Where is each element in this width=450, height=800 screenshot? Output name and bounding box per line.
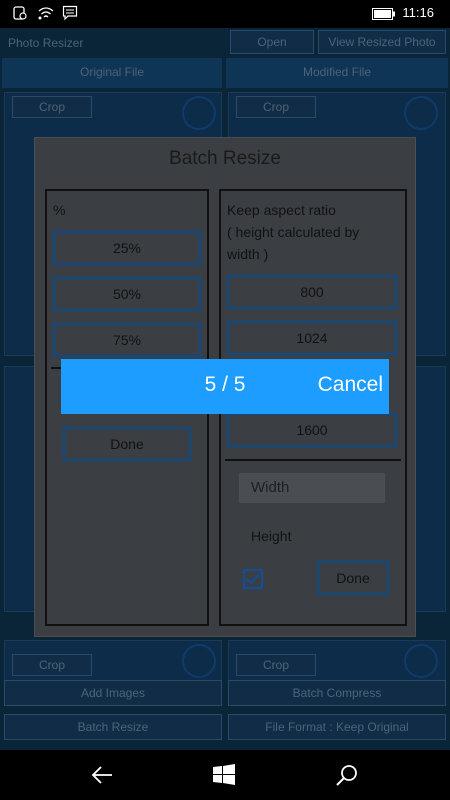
height-label: Height	[251, 528, 292, 544]
width-800-button[interactable]: 800	[227, 275, 397, 309]
message-icon	[62, 5, 78, 21]
percent-done-button[interactable]: Done	[63, 427, 191, 461]
battery-icon	[372, 8, 395, 20]
crop-button: Crop	[12, 654, 92, 676]
tab-modified-file: Modified File	[226, 58, 448, 88]
width-1600-button[interactable]: 1600	[227, 413, 397, 447]
percent-75-label: 75%	[112, 332, 142, 348]
keep-aspect-checkbox[interactable]	[243, 569, 263, 589]
file-format-label: File Format : Keep Original	[265, 720, 409, 734]
percent-75-button[interactable]: 75%	[53, 323, 201, 357]
width-done-button[interactable]: Done	[317, 561, 389, 595]
cancel-button[interactable]: Cancel	[318, 373, 383, 397]
tab-original-label: Original File	[79, 65, 145, 79]
checkmark-icon	[246, 573, 260, 585]
dialog-title: Batch Resize	[169, 148, 281, 169]
back-arrow-icon[interactable]	[90, 764, 114, 786]
width-800-label: 800	[300, 284, 324, 300]
crop-button: Crop	[12, 96, 92, 118]
crop-label: Crop	[262, 100, 289, 114]
windows-start-icon[interactable]	[213, 764, 235, 786]
add-images-button: Add Images	[4, 680, 222, 706]
width-divider	[225, 459, 401, 461]
percent-header: %	[53, 202, 66, 218]
keep-aspect-line-3: width )	[227, 246, 269, 262]
percent-50-label: 50%	[112, 286, 142, 302]
width-1024-label: 1024	[296, 330, 328, 346]
open-button-label: Open	[257, 35, 287, 49]
percent-25-button[interactable]: 25%	[53, 231, 201, 265]
progress-overlay: 5 / 5 Cancel	[61, 359, 389, 414]
view-resized-photo-button: View Resized Photo	[318, 30, 446, 54]
search-icon[interactable]	[336, 764, 358, 786]
keep-aspect-line-2: ( height calculated by	[227, 224, 360, 240]
batch-compress-label: Batch Compress	[292, 686, 382, 700]
view-resized-photo-label: View Resized Photo	[328, 35, 436, 49]
crop-label: Crop	[38, 658, 65, 672]
wifi-icon	[38, 7, 54, 20]
screen-rotation-icon	[13, 6, 27, 20]
keep-aspect-text: Keep aspect ratio ( height calculated by…	[227, 199, 401, 265]
tab-original-file: Original File	[2, 58, 222, 88]
crop-button: Crop	[236, 96, 316, 118]
tab-modified-label: Modified File	[302, 65, 372, 79]
batch-resize-button: Batch Resize	[4, 714, 222, 740]
clock: 11:16	[402, 5, 434, 20]
width-done-label: Done	[336, 570, 370, 586]
crop-button: Crop	[236, 654, 316, 676]
eye-icon	[182, 644, 216, 678]
eye-icon	[404, 96, 438, 130]
width-1600-label: 1600	[296, 422, 328, 438]
keep-aspect-line-1: Keep aspect ratio	[227, 202, 336, 218]
app-title: Photo Resizer	[8, 36, 84, 50]
eye-icon	[182, 96, 216, 130]
navigation-bar	[0, 750, 450, 800]
percent-25-label: 25%	[112, 240, 142, 256]
batch-compress-button: Batch Compress	[228, 680, 446, 706]
status-bar: 11:16	[0, 0, 450, 28]
file-format-button: File Format : Keep Original	[228, 714, 446, 740]
width-input[interactable]: Width	[239, 473, 385, 503]
open-button: Open	[230, 30, 314, 54]
eye-icon	[404, 644, 438, 678]
percent-done-label: Done	[110, 436, 144, 452]
crop-label: Crop	[38, 100, 65, 114]
width-placeholder: Width	[251, 479, 290, 496]
add-images-label: Add Images	[80, 686, 146, 700]
percent-50-button[interactable]: 50%	[53, 277, 201, 311]
width-1024-button[interactable]: 1024	[227, 321, 397, 355]
batch-resize-label: Batch Resize	[77, 720, 149, 734]
crop-label: Crop	[262, 658, 289, 672]
